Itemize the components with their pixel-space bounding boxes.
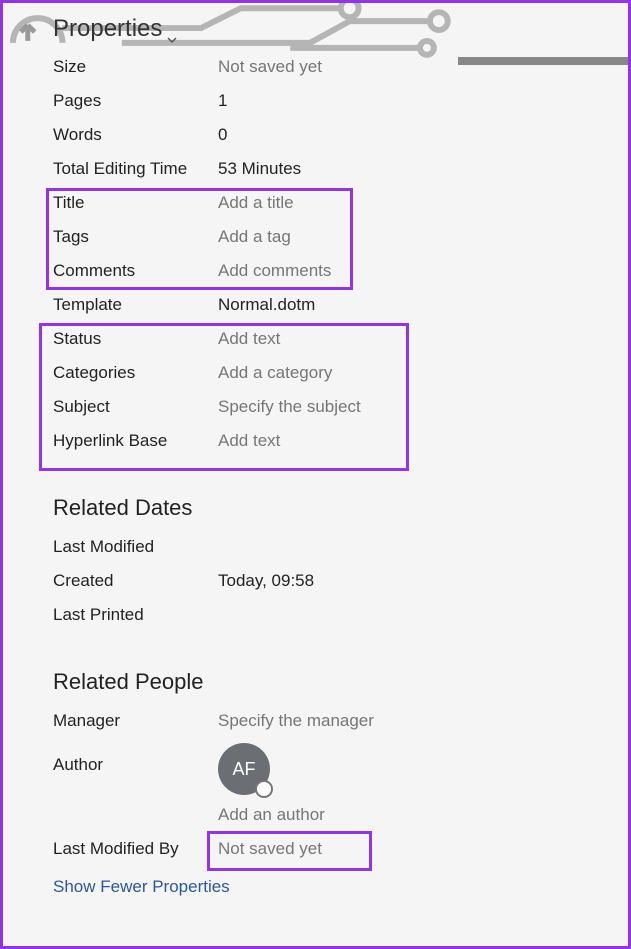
- hyperlink-base-field[interactable]: Add text: [218, 431, 280, 451]
- manager-field[interactable]: Specify the manager: [218, 711, 374, 731]
- author-label: Author: [53, 743, 218, 775]
- template-value: Normal.dotm: [218, 295, 315, 315]
- editing-time-value: 53 Minutes: [218, 159, 301, 179]
- last-printed-label: Last Printed: [53, 605, 218, 625]
- subject-label: Subject: [53, 397, 218, 417]
- words-label: Words: [53, 125, 218, 145]
- last-modified-by-value: Not saved yet: [218, 839, 322, 859]
- categories-label: Categories: [53, 363, 218, 383]
- pages-value: 1: [218, 91, 227, 111]
- show-fewer-properties-link[interactable]: Show Fewer Properties: [53, 867, 230, 897]
- created-label: Created: [53, 571, 218, 591]
- hyperlink-base-label: Hyperlink Base: [53, 431, 218, 451]
- author-initials: AF: [232, 759, 255, 780]
- template-label: Template: [53, 295, 218, 315]
- related-people-heading: Related People: [53, 633, 578, 705]
- words-value: 0: [218, 125, 227, 145]
- status-field[interactable]: Add text: [218, 329, 280, 349]
- title-field[interactable]: Add a title: [218, 193, 294, 213]
- title-label: Title: [53, 193, 218, 213]
- status-label: Status: [53, 329, 218, 349]
- related-dates-heading: Related Dates: [53, 459, 578, 531]
- properties-dropdown[interactable]: Properties: [53, 15, 178, 43]
- presence-icon: [255, 780, 273, 798]
- comments-field[interactable]: Add comments: [218, 261, 331, 281]
- editing-time-label: Total Editing Time: [53, 159, 218, 179]
- pages-label: Pages: [53, 91, 218, 111]
- add-author-field[interactable]: Add an author: [218, 805, 325, 825]
- last-modified-by-label: Last Modified By: [53, 839, 218, 859]
- chevron-down-icon: [166, 25, 178, 37]
- size-label: Size: [53, 57, 218, 77]
- created-value: Today, 09:58: [218, 571, 314, 591]
- categories-field[interactable]: Add a category: [218, 363, 332, 383]
- manager-label: Manager: [53, 711, 218, 731]
- panel-title: Properties: [53, 15, 162, 43]
- tags-label: Tags: [53, 227, 218, 247]
- subject-field[interactable]: Specify the subject: [218, 397, 361, 417]
- author-avatar[interactable]: AF: [218, 743, 270, 795]
- last-modified-label: Last Modified: [53, 537, 218, 557]
- size-value: Not saved yet: [218, 57, 322, 77]
- tags-field[interactable]: Add a tag: [218, 227, 291, 247]
- comments-label: Comments: [53, 261, 218, 281]
